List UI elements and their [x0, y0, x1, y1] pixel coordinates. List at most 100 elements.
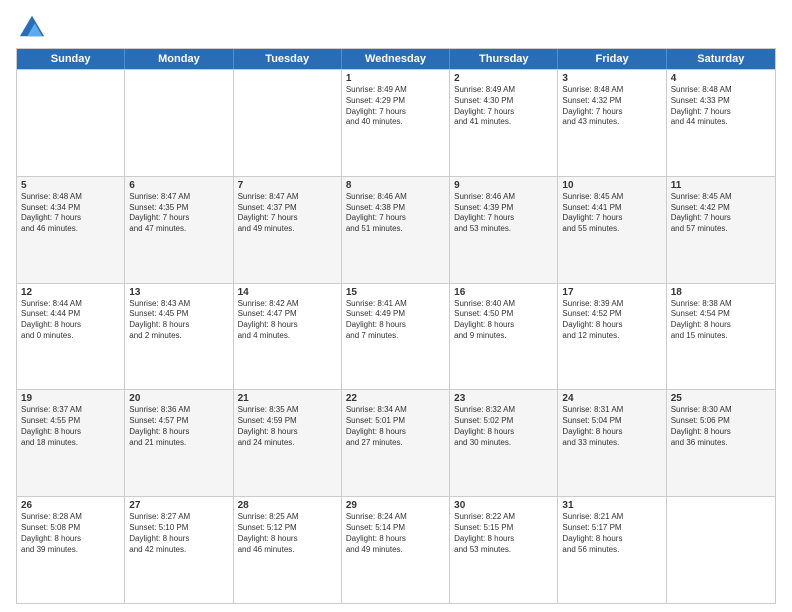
calendar-header: SundayMondayTuesdayWednesdayThursdayFrid…	[17, 49, 775, 69]
day-number: 20	[129, 393, 228, 404]
logo	[16, 12, 46, 40]
calendar-cell: 19Sunrise: 8:37 AM Sunset: 4:55 PM Dayli…	[17, 390, 125, 496]
calendar-cell: 7Sunrise: 8:47 AM Sunset: 4:37 PM Daylig…	[234, 177, 342, 283]
cell-info: Sunrise: 8:49 AM Sunset: 4:30 PM Dayligh…	[454, 85, 553, 128]
cell-info: Sunrise: 8:42 AM Sunset: 4:47 PM Dayligh…	[238, 299, 337, 342]
calendar-cell: 24Sunrise: 8:31 AM Sunset: 5:04 PM Dayli…	[558, 390, 666, 496]
day-number: 3	[562, 73, 661, 84]
calendar-cell	[234, 70, 342, 176]
weekday-header-wednesday: Wednesday	[342, 49, 450, 69]
cell-info: Sunrise: 8:34 AM Sunset: 5:01 PM Dayligh…	[346, 405, 445, 448]
day-number: 19	[21, 393, 120, 404]
calendar-cell: 15Sunrise: 8:41 AM Sunset: 4:49 PM Dayli…	[342, 284, 450, 390]
calendar-cell: 12Sunrise: 8:44 AM Sunset: 4:44 PM Dayli…	[17, 284, 125, 390]
cell-info: Sunrise: 8:32 AM Sunset: 5:02 PM Dayligh…	[454, 405, 553, 448]
day-number: 10	[562, 180, 661, 191]
weekday-header-friday: Friday	[558, 49, 666, 69]
day-number: 12	[21, 287, 120, 298]
day-number: 9	[454, 180, 553, 191]
calendar-cell: 25Sunrise: 8:30 AM Sunset: 5:06 PM Dayli…	[667, 390, 775, 496]
cell-info: Sunrise: 8:21 AM Sunset: 5:17 PM Dayligh…	[562, 512, 661, 555]
calendar-cell: 8Sunrise: 8:46 AM Sunset: 4:38 PM Daylig…	[342, 177, 450, 283]
day-number: 8	[346, 180, 445, 191]
cell-info: Sunrise: 8:45 AM Sunset: 4:42 PM Dayligh…	[671, 192, 771, 235]
cell-info: Sunrise: 8:28 AM Sunset: 5:08 PM Dayligh…	[21, 512, 120, 555]
cell-info: Sunrise: 8:37 AM Sunset: 4:55 PM Dayligh…	[21, 405, 120, 448]
weekday-header-saturday: Saturday	[667, 49, 775, 69]
calendar-cell: 13Sunrise: 8:43 AM Sunset: 4:45 PM Dayli…	[125, 284, 233, 390]
cell-info: Sunrise: 8:36 AM Sunset: 4:57 PM Dayligh…	[129, 405, 228, 448]
day-number: 30	[454, 500, 553, 511]
calendar-cell: 16Sunrise: 8:40 AM Sunset: 4:50 PM Dayli…	[450, 284, 558, 390]
calendar-row-4: 26Sunrise: 8:28 AM Sunset: 5:08 PM Dayli…	[17, 496, 775, 603]
calendar-cell: 9Sunrise: 8:46 AM Sunset: 4:39 PM Daylig…	[450, 177, 558, 283]
day-number: 16	[454, 287, 553, 298]
day-number: 26	[21, 500, 120, 511]
cell-info: Sunrise: 8:24 AM Sunset: 5:14 PM Dayligh…	[346, 512, 445, 555]
cell-info: Sunrise: 8:38 AM Sunset: 4:54 PM Dayligh…	[671, 299, 771, 342]
calendar-cell: 30Sunrise: 8:22 AM Sunset: 5:15 PM Dayli…	[450, 497, 558, 603]
cell-info: Sunrise: 8:48 AM Sunset: 4:33 PM Dayligh…	[671, 85, 771, 128]
calendar-row-3: 19Sunrise: 8:37 AM Sunset: 4:55 PM Dayli…	[17, 389, 775, 496]
cell-info: Sunrise: 8:22 AM Sunset: 5:15 PM Dayligh…	[454, 512, 553, 555]
cell-info: Sunrise: 8:27 AM Sunset: 5:10 PM Dayligh…	[129, 512, 228, 555]
day-number: 28	[238, 500, 337, 511]
day-number: 21	[238, 393, 337, 404]
day-number: 6	[129, 180, 228, 191]
day-number: 27	[129, 500, 228, 511]
calendar-cell: 26Sunrise: 8:28 AM Sunset: 5:08 PM Dayli…	[17, 497, 125, 603]
calendar-cell: 21Sunrise: 8:35 AM Sunset: 4:59 PM Dayli…	[234, 390, 342, 496]
calendar-cell	[17, 70, 125, 176]
calendar-cell: 20Sunrise: 8:36 AM Sunset: 4:57 PM Dayli…	[125, 390, 233, 496]
day-number: 29	[346, 500, 445, 511]
calendar-row-2: 12Sunrise: 8:44 AM Sunset: 4:44 PM Dayli…	[17, 283, 775, 390]
cell-info: Sunrise: 8:49 AM Sunset: 4:29 PM Dayligh…	[346, 85, 445, 128]
day-number: 17	[562, 287, 661, 298]
day-number: 14	[238, 287, 337, 298]
calendar-cell: 2Sunrise: 8:49 AM Sunset: 4:30 PM Daylig…	[450, 70, 558, 176]
calendar-cell: 1Sunrise: 8:49 AM Sunset: 4:29 PM Daylig…	[342, 70, 450, 176]
day-number: 25	[671, 393, 771, 404]
calendar-row-0: 1Sunrise: 8:49 AM Sunset: 4:29 PM Daylig…	[17, 69, 775, 176]
calendar-cell: 22Sunrise: 8:34 AM Sunset: 5:01 PM Dayli…	[342, 390, 450, 496]
cell-info: Sunrise: 8:48 AM Sunset: 4:32 PM Dayligh…	[562, 85, 661, 128]
day-number: 13	[129, 287, 228, 298]
calendar-cell: 6Sunrise: 8:47 AM Sunset: 4:35 PM Daylig…	[125, 177, 233, 283]
cell-info: Sunrise: 8:43 AM Sunset: 4:45 PM Dayligh…	[129, 299, 228, 342]
cell-info: Sunrise: 8:47 AM Sunset: 4:37 PM Dayligh…	[238, 192, 337, 235]
cell-info: Sunrise: 8:41 AM Sunset: 4:49 PM Dayligh…	[346, 299, 445, 342]
calendar-cell: 10Sunrise: 8:45 AM Sunset: 4:41 PM Dayli…	[558, 177, 666, 283]
cell-info: Sunrise: 8:45 AM Sunset: 4:41 PM Dayligh…	[562, 192, 661, 235]
calendar-row-1: 5Sunrise: 8:48 AM Sunset: 4:34 PM Daylig…	[17, 176, 775, 283]
calendar-cell	[667, 497, 775, 603]
calendar-cell: 23Sunrise: 8:32 AM Sunset: 5:02 PM Dayli…	[450, 390, 558, 496]
day-number: 31	[562, 500, 661, 511]
cell-info: Sunrise: 8:46 AM Sunset: 4:38 PM Dayligh…	[346, 192, 445, 235]
calendar-cell: 31Sunrise: 8:21 AM Sunset: 5:17 PM Dayli…	[558, 497, 666, 603]
page: SundayMondayTuesdayWednesdayThursdayFrid…	[0, 0, 792, 612]
cell-info: Sunrise: 8:30 AM Sunset: 5:06 PM Dayligh…	[671, 405, 771, 448]
day-number: 23	[454, 393, 553, 404]
weekday-header-tuesday: Tuesday	[234, 49, 342, 69]
day-number: 22	[346, 393, 445, 404]
day-number: 5	[21, 180, 120, 191]
day-number: 15	[346, 287, 445, 298]
calendar-cell: 14Sunrise: 8:42 AM Sunset: 4:47 PM Dayli…	[234, 284, 342, 390]
day-number: 4	[671, 73, 771, 84]
calendar-cell: 17Sunrise: 8:39 AM Sunset: 4:52 PM Dayli…	[558, 284, 666, 390]
cell-info: Sunrise: 8:35 AM Sunset: 4:59 PM Dayligh…	[238, 405, 337, 448]
day-number: 11	[671, 180, 771, 191]
calendar: SundayMondayTuesdayWednesdayThursdayFrid…	[16, 48, 776, 604]
cell-info: Sunrise: 8:47 AM Sunset: 4:35 PM Dayligh…	[129, 192, 228, 235]
header	[16, 12, 776, 40]
calendar-body: 1Sunrise: 8:49 AM Sunset: 4:29 PM Daylig…	[17, 69, 775, 603]
calendar-cell: 3Sunrise: 8:48 AM Sunset: 4:32 PM Daylig…	[558, 70, 666, 176]
cell-info: Sunrise: 8:39 AM Sunset: 4:52 PM Dayligh…	[562, 299, 661, 342]
cell-info: Sunrise: 8:46 AM Sunset: 4:39 PM Dayligh…	[454, 192, 553, 235]
calendar-cell: 4Sunrise: 8:48 AM Sunset: 4:33 PM Daylig…	[667, 70, 775, 176]
weekday-header-monday: Monday	[125, 49, 233, 69]
cell-info: Sunrise: 8:31 AM Sunset: 5:04 PM Dayligh…	[562, 405, 661, 448]
day-number: 2	[454, 73, 553, 84]
calendar-cell: 11Sunrise: 8:45 AM Sunset: 4:42 PM Dayli…	[667, 177, 775, 283]
cell-info: Sunrise: 8:48 AM Sunset: 4:34 PM Dayligh…	[21, 192, 120, 235]
